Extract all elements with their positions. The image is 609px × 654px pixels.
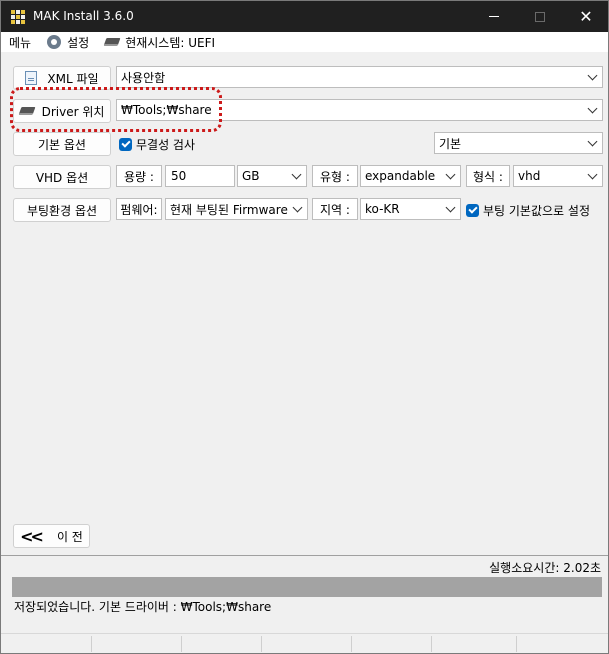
status-bar-divider — [91, 636, 92, 652]
menu-settings[interactable]: 설정 — [39, 32, 97, 52]
window-title: MAK Install 3.6.0 — [33, 9, 134, 23]
vhd-size-label-text: 용량 : — [124, 169, 154, 184]
checkbox-checked-icon — [119, 138, 132, 151]
basic-options-button[interactable]: 기본 옵션 — [13, 132, 111, 156]
chevron-down-icon — [587, 70, 598, 81]
vhd-format-label-text: 형식 : — [473, 169, 503, 184]
firmware-value: 현재 부팅된 Firmware — [170, 202, 288, 217]
boot-environment-options-label: 부팅환경 옵션 — [26, 203, 98, 218]
basic-mode-value: 기본 — [439, 136, 462, 151]
vhd-type-label-text: 유형 : — [320, 169, 350, 184]
menu-main-label: 메뉴 — [9, 35, 32, 50]
vhd-unit-select[interactable]: GB — [237, 165, 307, 187]
menu-bar: 메뉴 설정 현재시스템: UEFI — [1, 32, 608, 52]
region-label-text: 지역 : — [320, 202, 350, 217]
close-button[interactable]: ✕ — [563, 1, 609, 32]
firmware-select[interactable]: 현재 부팅된 Firmware — [165, 198, 308, 220]
integrity-check-label: 무결성 검사 — [136, 138, 196, 152]
menu-settings-label: 설정 — [67, 35, 90, 50]
divider — [1, 555, 608, 556]
chevron-down-icon — [587, 136, 598, 147]
status-bar-divider — [516, 636, 517, 652]
firmware-label-text: 펌웨어: — [120, 202, 158, 217]
menu-main[interactable]: 메뉴 — [1, 32, 39, 52]
progress-bar — [12, 577, 602, 597]
firmware-label: 펌웨어: — [116, 198, 162, 220]
boot-environment-options-button[interactable]: 부팅환경 옵션 — [13, 198, 111, 222]
region-select[interactable]: ko-KR — [360, 198, 461, 220]
file-icon — [25, 71, 38, 85]
status-bar-divider — [351, 636, 352, 652]
status-bar — [1, 633, 608, 653]
vhd-format-select[interactable]: vhd — [513, 165, 603, 187]
title-bar: MAK Install 3.6.0 ✕ — [1, 1, 608, 32]
chevron-down-icon — [587, 169, 598, 180]
previous-button-label: 이 전 — [56, 529, 83, 544]
maximize-icon — [535, 11, 545, 22]
vhd-type-value: expandable — [365, 169, 436, 183]
driver-highlight-annotation — [10, 87, 222, 132]
vhd-options-button-label: VHD 옵션 — [35, 170, 89, 185]
vhd-format-label: 형식 : — [466, 165, 510, 187]
double-chevron-left-icon: << — [20, 526, 44, 546]
close-icon: ✕ — [579, 6, 593, 26]
elapsed-time: 실행소요시간: 2.02초 — [489, 561, 601, 575]
vhd-format-value: vhd — [518, 169, 541, 183]
status-bar-divider — [431, 636, 432, 652]
maximize-button[interactable] — [517, 1, 563, 32]
vhd-options-button[interactable]: VHD 옵션 — [13, 165, 111, 189]
chip-icon — [103, 35, 121, 49]
minimize-icon — [489, 16, 499, 17]
basic-options-button-label: 기본 옵션 — [38, 137, 86, 152]
vhd-size-input[interactable]: 50 — [165, 165, 235, 187]
chevron-down-icon — [587, 103, 598, 114]
gear-icon — [47, 35, 62, 49]
chevron-down-icon — [445, 169, 456, 180]
checkbox-checked-icon — [466, 204, 479, 217]
vhd-size-value: 50 — [171, 169, 187, 183]
status-bar-divider — [261, 636, 262, 652]
vhd-unit-value: GB — [242, 169, 260, 183]
chevron-down-icon — [445, 202, 456, 213]
vhd-type-label: 유형 : — [312, 165, 358, 187]
boot-default-label: 부팅 기본값으로 설정 — [483, 204, 590, 218]
main-window: MAK Install 3.6.0 ✕ 메뉴 설정 현재시스템: UEFI XM… — [0, 0, 609, 654]
previous-button[interactable]: << 이 전 — [13, 524, 90, 548]
xml-file-select[interactable]: 사용안함 — [116, 66, 603, 88]
chevron-down-icon — [291, 169, 302, 180]
vhd-type-select[interactable]: expandable — [360, 165, 461, 187]
status-message: 저장되었습니다. 기본 드라이버 : ₩Tools;₩share — [14, 600, 272, 614]
region-value: ko-KR — [365, 202, 400, 216]
menu-system-label: 현재시스템: UEFI — [125, 35, 216, 50]
app-logo-icon — [11, 10, 25, 24]
vhd-size-label: 용량 : — [116, 165, 162, 187]
integrity-check-checkbox[interactable]: 무결성 검사 — [119, 136, 195, 153]
menu-current-system[interactable]: 현재시스템: UEFI — [97, 32, 223, 52]
region-label: 지역 : — [312, 198, 358, 220]
chevron-down-icon — [292, 202, 303, 213]
xml-file-value: 사용안함 — [121, 70, 166, 85]
boot-default-checkbox[interactable]: 부팅 기본값으로 설정 — [466, 202, 590, 219]
status-bar-divider — [181, 636, 182, 652]
xml-file-button-label: XML 파일 — [47, 71, 99, 86]
minimize-button[interactable] — [471, 1, 517, 32]
basic-mode-select[interactable]: 기본 — [434, 132, 603, 154]
